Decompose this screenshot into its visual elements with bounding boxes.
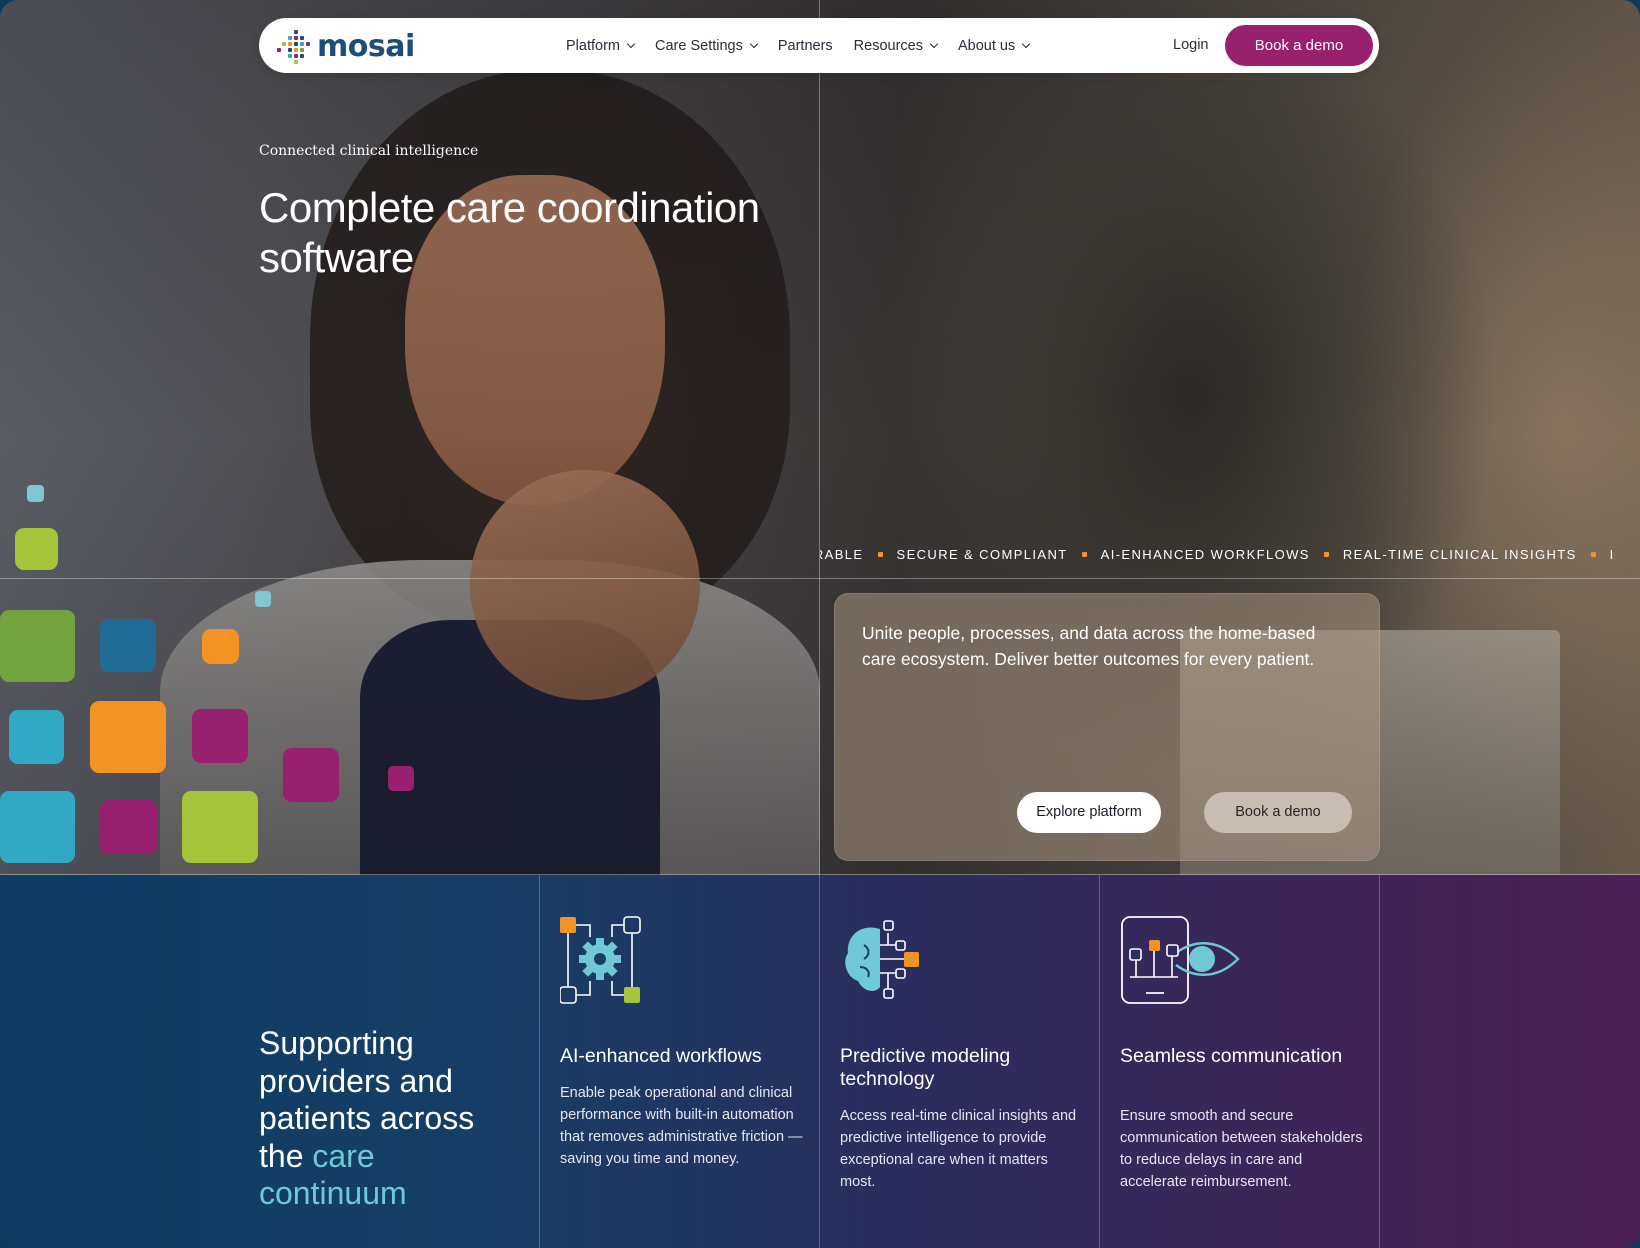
ticker-dot-icon — [1081, 552, 1087, 557]
mosaic-square — [182, 791, 258, 863]
hero-section: mosai Platform Care Settings Partners Re… — [0, 0, 1640, 875]
nav-item-partners[interactable]: Partners — [778, 38, 833, 54]
book-demo-button[interactable]: Book a demo — [1225, 25, 1373, 66]
nav-item-label: Partners — [777, 37, 833, 54]
phone-eye-icon — [1121, 916, 1240, 1004]
nav-item-about-us[interactable]: About us — [957, 37, 1031, 54]
grid-line-vertical — [539, 875, 540, 1248]
ticker-item: AI-ENHANCED WORKFLOWS — [1100, 547, 1310, 562]
mosaic-square — [15, 528, 58, 570]
grid-line-horizontal — [0, 578, 1640, 579]
hero-intro-card: Unite people, processes, and data across… — [834, 593, 1380, 861]
feature-description: Access real-time clinical insights and p… — [840, 1108, 1077, 1190]
nav-item-label: Care Settings — [655, 37, 743, 54]
mosaic-square — [283, 748, 339, 802]
mosaic-square — [202, 629, 239, 664]
top-navbar: mosai Platform Care Settings Partners Re… — [259, 18, 1379, 73]
logo-text: mosai — [317, 28, 415, 64]
chevron-down-icon — [1021, 39, 1031, 48]
chevron-down-icon — [749, 39, 759, 48]
ticker-item: SECURE & COMPLIANT — [896, 547, 1068, 562]
chevron-down-icon — [626, 39, 636, 48]
feature-description: Ensure smooth and secure communication b… — [1120, 1108, 1363, 1190]
gear-network-icon — [560, 916, 641, 1004]
support-heading: Supporting providers and patients across… — [259, 1025, 509, 1213]
login-link[interactable]: Login — [1173, 18, 1208, 73]
feature-title: Predictive modeling technology — [840, 1045, 1011, 1090]
page: mosai Platform Care Settings Partners Re… — [0, 0, 1640, 1248]
ticker-dot-icon — [877, 552, 883, 557]
feature-ticker: TEROPERABLE SECURE & COMPLIANT AI-ENHANC… — [820, 545, 1640, 567]
ticker-dot-icon — [1323, 552, 1329, 557]
mosaic-square — [90, 701, 166, 773]
hero-intro-text: Unite people, processes, and data across… — [862, 623, 1316, 669]
hero-eyebrow: Connected clinical intelligence — [259, 143, 479, 159]
feature-title: AI-enhanced workflows — [560, 1045, 762, 1067]
nav-item-label: Resources — [853, 37, 923, 54]
mosaic-square — [100, 619, 156, 672]
mosaic-square — [255, 591, 271, 607]
feature-title: Seamless communication — [1120, 1045, 1343, 1067]
mosaic-square — [0, 610, 75, 682]
chevron-down-icon — [929, 39, 939, 48]
ticker-item: TEROPERABLE — [820, 547, 864, 562]
grid-line-vertical — [1379, 875, 1380, 1248]
explore-platform-button[interactable]: Explore platform — [1017, 792, 1161, 833]
grid-line-vertical — [819, 0, 820, 875]
mosaic-square — [27, 485, 44, 502]
mosaic-square — [100, 800, 157, 854]
nav-item-resources[interactable]: Resources — [853, 37, 939, 54]
ticker-track: TEROPERABLE SECURE & COMPLIANT AI-ENHANC… — [820, 547, 1629, 562]
mosai-logo[interactable]: mosai — [277, 28, 415, 64]
grid-line-vertical — [819, 875, 820, 1248]
book-demo-secondary-button[interactable]: Book a demo — [1204, 792, 1352, 833]
mosaic-square — [9, 710, 64, 764]
grid-line-vertical — [1099, 875, 1100, 1248]
mosaic-square — [0, 791, 75, 863]
mosaic-square — [388, 766, 414, 791]
nav-item-care-settings[interactable]: Care Settings — [655, 37, 759, 54]
brain-network-icon — [845, 920, 919, 999]
features-section: Supporting providers and patients across… — [0, 875, 1640, 1248]
nav-item-platform[interactable]: Platform — [566, 37, 636, 54]
hero-title: Complete care coordination software — [259, 184, 760, 281]
feature-description: Enable peak operational and clinical per… — [560, 1085, 803, 1167]
nav-item-label: About us — [957, 37, 1016, 54]
nav-links: Platform Care Settings Partners Resource… — [566, 18, 1050, 73]
ticker-item: REAL-TIME CLINICAL INSIGHTS — [1342, 547, 1577, 562]
nav-item-label: Platform — [566, 37, 620, 54]
logo-mark-icon — [277, 28, 315, 64]
ticker-item: I — [1609, 547, 1615, 562]
mosaic-square — [192, 709, 248, 763]
ticker-dot-icon — [1590, 552, 1596, 557]
